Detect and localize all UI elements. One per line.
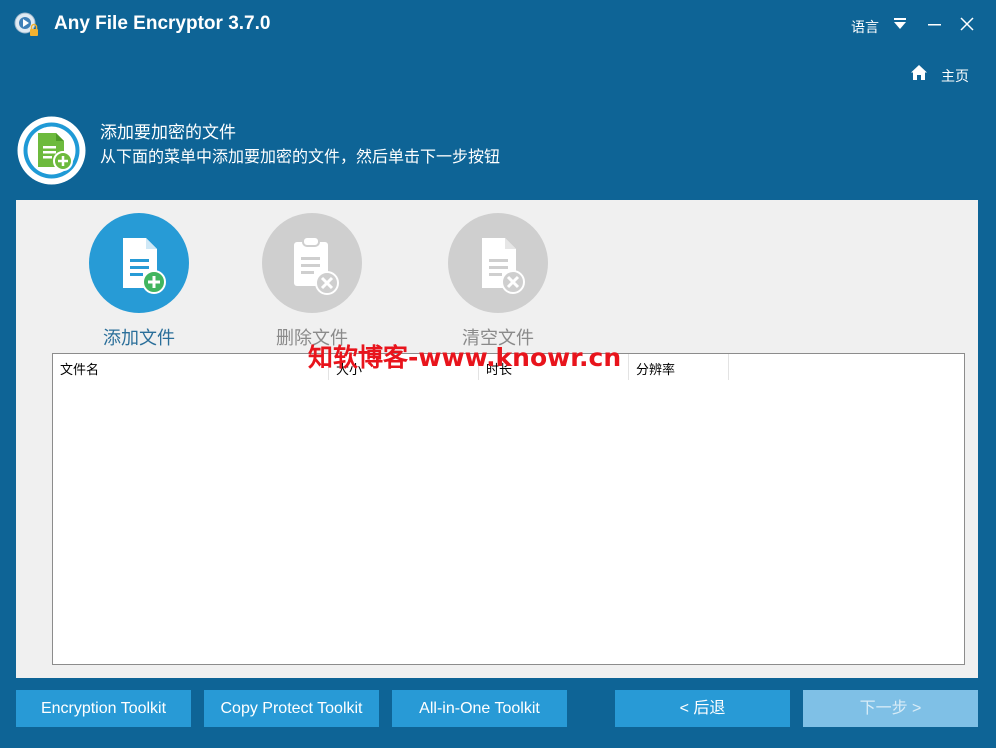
title-bar: Any File Encryptor 3.7.0 语言 bbox=[0, 0, 996, 50]
clear-files-button[interactable]: 清空文件 bbox=[433, 212, 563, 352]
watermark-text: 知软博客-www.knowr.cn bbox=[308, 343, 622, 372]
add-file-step-icon bbox=[17, 116, 86, 185]
back-button[interactable]: < 后退 bbox=[615, 690, 790, 727]
minimize-icon[interactable] bbox=[926, 14, 944, 34]
add-file-icon bbox=[89, 213, 189, 313]
language-dropdown-icon[interactable] bbox=[893, 18, 907, 30]
file-panel: 添加文件 删除文件 清空文件 文件名 大小 时长 分辨率 知软博客-www.kn… bbox=[16, 200, 978, 678]
encryption-toolkit-button[interactable]: Encryption Toolkit bbox=[16, 690, 191, 727]
all-in-one-toolkit-button[interactable]: All-in-One Toolkit bbox=[392, 690, 567, 727]
file-list-table[interactable]: 文件名 大小 时长 分辨率 bbox=[52, 353, 965, 665]
language-label[interactable]: 语言 bbox=[851, 17, 879, 37]
column-header-filename[interactable]: 文件名 bbox=[53, 354, 329, 380]
clear-files-icon bbox=[448, 213, 548, 313]
remove-file-button[interactable]: 删除文件 bbox=[247, 212, 377, 352]
app-title: Any File Encryptor 3.7.0 bbox=[54, 13, 271, 34]
add-files-button[interactable]: 添加文件 bbox=[74, 212, 204, 352]
remove-file-icon bbox=[262, 213, 362, 313]
app-logo-icon bbox=[14, 12, 38, 36]
step-title: 添加要加密的文件 bbox=[100, 123, 236, 143]
home-icon bbox=[911, 65, 927, 80]
step-description: 从下面的菜单中添加要加密的文件，然后单击下一步按钮 bbox=[100, 147, 501, 166]
close-icon[interactable] bbox=[958, 14, 976, 34]
next-button[interactable]: 下一步 > bbox=[803, 690, 978, 727]
home-label: 主页 bbox=[941, 69, 969, 85]
copy-protect-toolkit-button[interactable]: Copy Protect Toolkit bbox=[204, 690, 379, 727]
column-header-resolution[interactable]: 分辨率 bbox=[629, 354, 729, 380]
add-files-label: 添加文件 bbox=[103, 328, 175, 349]
